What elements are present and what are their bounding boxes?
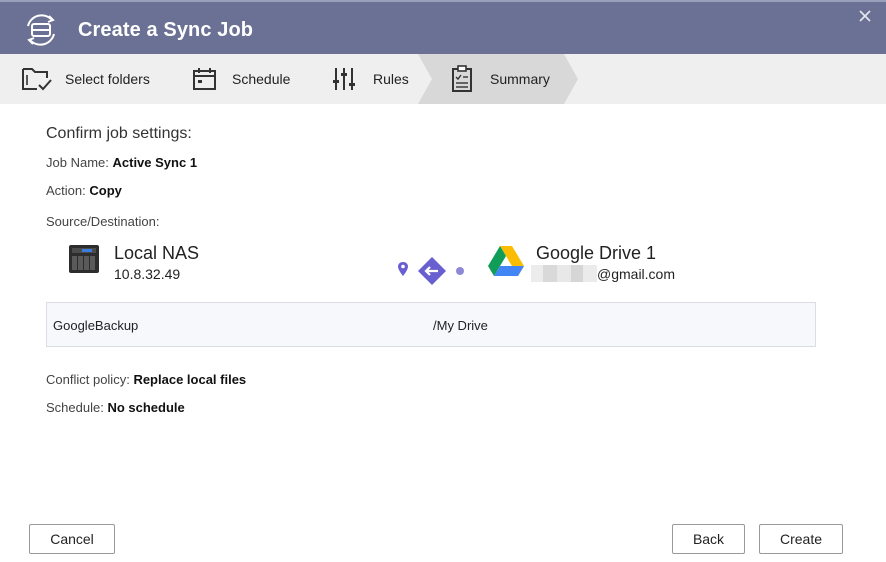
step-label: Select folders [65, 71, 150, 87]
step-label: Rules [373, 71, 409, 87]
sync-job-icon [27, 14, 55, 46]
back-button[interactable]: Back [672, 524, 745, 554]
confirm-heading: Confirm job settings: [46, 125, 192, 142]
destination-folder: /My Drive [433, 318, 488, 333]
step-label: Summary [490, 71, 550, 87]
source-address: 10.8.32.49 [114, 266, 181, 282]
step-schedule[interactable]: Schedule [192, 54, 290, 104]
source-name: Local NAS [114, 243, 200, 263]
job-name-value: Active Sync 1 [112, 155, 198, 170]
destination-account: @gmail.com [597, 266, 676, 282]
step-label: Schedule [232, 71, 291, 87]
action-label: Action: [46, 183, 86, 198]
step-select-folders[interactable]: Select folders [20, 54, 150, 104]
folder-check-icon [22, 68, 52, 91]
conflict-policy-row: Conflict policy: Replace local files [46, 372, 246, 387]
calendar-icon [193, 68, 216, 90]
wizard-steps: Select folders Schedule Rules Summary [0, 54, 886, 104]
job-name-label: Job Name: [46, 155, 109, 170]
location-pin-icon [398, 262, 408, 276]
step-rules[interactable]: Rules [332, 54, 409, 104]
nas-device-icon [69, 245, 99, 273]
source-folder: GoogleBackup [53, 318, 139, 333]
destination-name: Google Drive 1 [536, 243, 657, 263]
schedule-row: Schedule: No schedule [46, 400, 185, 415]
conflict-policy-value: Replace local files [133, 372, 247, 387]
endpoint-dot-icon [456, 267, 464, 275]
clipboard-check-icon [452, 65, 472, 92]
schedule-value: No schedule [107, 400, 185, 415]
action-value: Copy [89, 183, 122, 198]
schedule-label: Schedule: [46, 400, 104, 415]
window-title: Create a Sync Job [78, 19, 254, 41]
job-name-row: Job Name: Active Sync 1 [46, 155, 197, 170]
conflict-policy-label: Conflict policy: [46, 372, 130, 387]
action-row: Action: Copy [46, 183, 122, 198]
sliders-icon [333, 68, 355, 90]
google-drive-icon [488, 246, 524, 276]
create-button[interactable]: Create [759, 524, 843, 554]
sync-direction-indicator [398, 257, 464, 285]
step-summary[interactable]: Summary [451, 54, 550, 104]
title-bar: Create a Sync Job [0, 0, 886, 54]
folder-pair-row: GoogleBackup /My Drive [46, 302, 816, 347]
redacted-email-blur [531, 265, 597, 282]
close-icon[interactable] [858, 9, 872, 23]
source-destination-label: Source/Destination: [46, 214, 160, 229]
cancel-button[interactable]: Cancel [29, 524, 115, 554]
